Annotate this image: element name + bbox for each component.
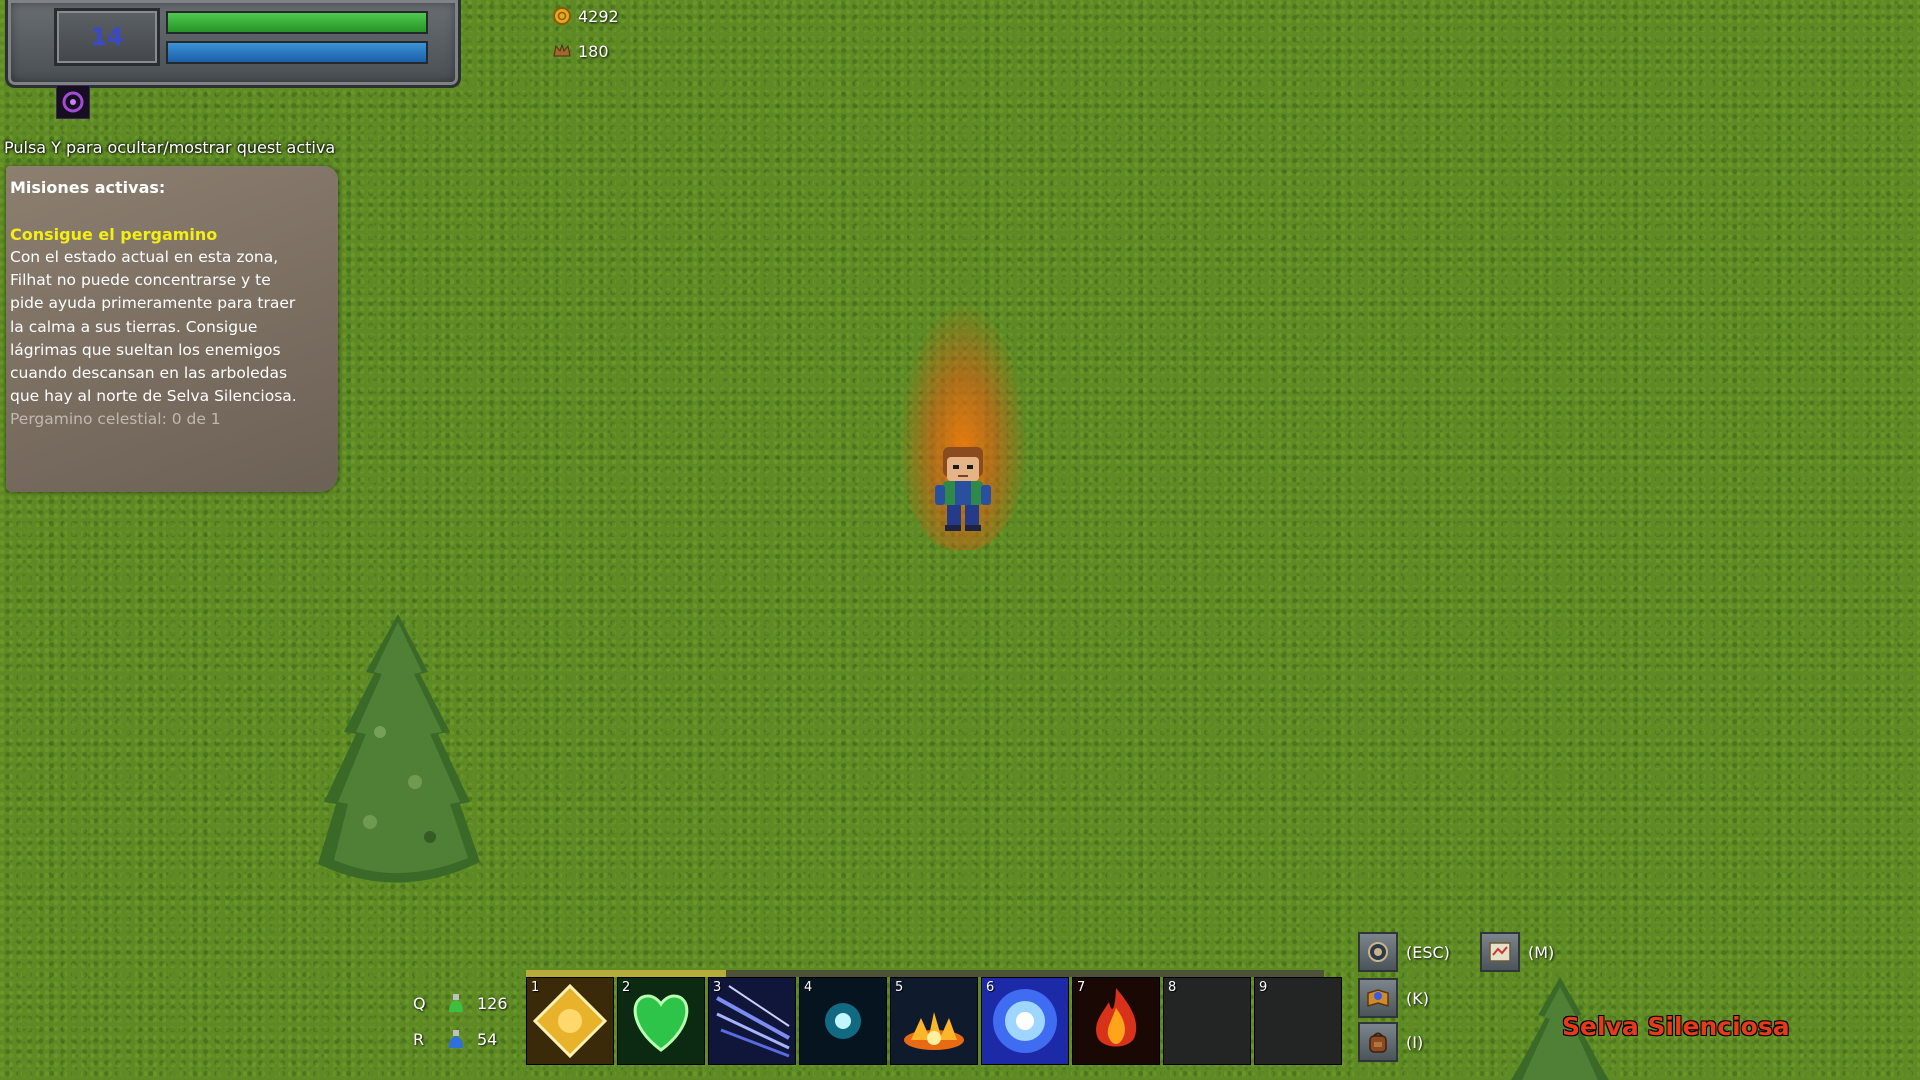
skills-label: (K) — [1406, 988, 1429, 1008]
health-potion-counter[interactable]: Q 126 — [413, 992, 508, 1014]
game-viewport[interactable]: 14 4292 180 Pulsa Y para ocultar/mostrar… — [0, 0, 1920, 1080]
action-bar: 1 2 3 4 5 6 7 8 9 — [526, 977, 1342, 1065]
player-status-frame: 14 — [5, 0, 461, 88]
quest-description: Con el estado actual en esta zona, Filha… — [10, 248, 297, 406]
action-slot-4[interactable]: 4 — [799, 977, 887, 1065]
mana-bar — [166, 41, 428, 64]
options-menu-label: (ESC) — [1406, 942, 1450, 962]
active-quests-panel: Misiones activas: Consigue el pergamino … — [6, 166, 338, 492]
honor-counter: 180 — [552, 41, 609, 61]
gold-amount: 4292 — [578, 6, 619, 26]
health-bar-fill — [168, 13, 426, 32]
quest-name[interactable]: Consigue el pergamino — [10, 225, 310, 244]
action-slot-5[interactable]: 5 — [890, 977, 978, 1065]
gold-coin-icon — [553, 7, 571, 25]
honor-amount: 180 — [578, 41, 609, 61]
crown-icon — [553, 43, 571, 57]
map-button[interactable]: (M) — [1480, 932, 1554, 972]
zone-name: Selva Silenciosa — [1562, 1012, 1790, 1041]
potion-hotkey: R — [413, 1029, 425, 1049]
options-gear-icon — [1358, 932, 1398, 972]
slot-number: 8 — [1168, 980, 1177, 995]
blue-potion-icon — [449, 1030, 463, 1048]
action-slot-1[interactable]: 1 — [526, 977, 614, 1065]
map-icon — [1480, 932, 1520, 972]
experience-bar — [526, 970, 1324, 977]
flame-icon — [1073, 978, 1159, 1064]
action-slot-2[interactable]: 2 — [617, 977, 705, 1065]
shadow-swirl-icon[interactable] — [56, 85, 90, 119]
slot-number: 6 — [986, 980, 995, 995]
quest-progress: Pergamino celestial: 0 de 1 — [10, 410, 221, 429]
quest-panel-title: Misiones activas: — [10, 178, 166, 197]
inventory-button[interactable]: (I) — [1358, 1022, 1423, 1062]
action-slot-7[interactable]: 7 — [1072, 977, 1160, 1065]
slot-number: 2 — [622, 980, 631, 995]
blue-slash-icon — [709, 978, 795, 1064]
health-bar — [166, 11, 428, 34]
action-slot-3[interactable]: 3 — [708, 977, 796, 1065]
backpack-icon — [1358, 1022, 1398, 1062]
mana-potion-counter[interactable]: R 54 — [413, 1028, 497, 1050]
green-heart-icon — [618, 978, 704, 1064]
pine-tree — [318, 614, 480, 883]
action-slot-9[interactable]: 9 — [1254, 977, 1342, 1065]
skills-button[interactable]: (K) — [1358, 978, 1429, 1018]
action-slot-6[interactable]: 6 — [981, 977, 1069, 1065]
gold-counter: 4292 — [552, 6, 619, 26]
fire-burst-icon — [891, 978, 977, 1064]
blue-light-orb-icon — [982, 978, 1068, 1064]
experience-bar-fill — [526, 970, 726, 977]
cyan-orb-icon — [800, 978, 886, 1064]
player-level: 14 — [54, 8, 160, 66]
slot-number: 1 — [531, 980, 540, 995]
slot-number: 9 — [1259, 980, 1268, 995]
green-potion-icon — [449, 994, 463, 1012]
quest-toggle-hint: Pulsa Y para ocultar/mostrar quest activ… — [4, 138, 336, 157]
action-slot-8[interactable]: 8 — [1163, 977, 1251, 1065]
map-label: (M) — [1528, 942, 1555, 962]
options-menu-button[interactable]: (ESC) — [1358, 932, 1450, 972]
spellbook-icon — [1358, 978, 1398, 1018]
slot-number: 7 — [1077, 980, 1086, 995]
potion-count: 126 — [477, 993, 508, 1013]
potion-hotkey: Q — [413, 993, 426, 1013]
inventory-label: (I) — [1406, 1032, 1424, 1052]
slot-number: 3 — [713, 980, 722, 995]
mana-bar-fill — [168, 43, 426, 62]
slot-number: 5 — [895, 980, 904, 995]
player-character[interactable] — [925, 445, 1001, 533]
golden-diamond-icon — [527, 978, 613, 1064]
potion-count: 54 — [477, 1029, 498, 1049]
slot-number: 4 — [804, 980, 813, 995]
